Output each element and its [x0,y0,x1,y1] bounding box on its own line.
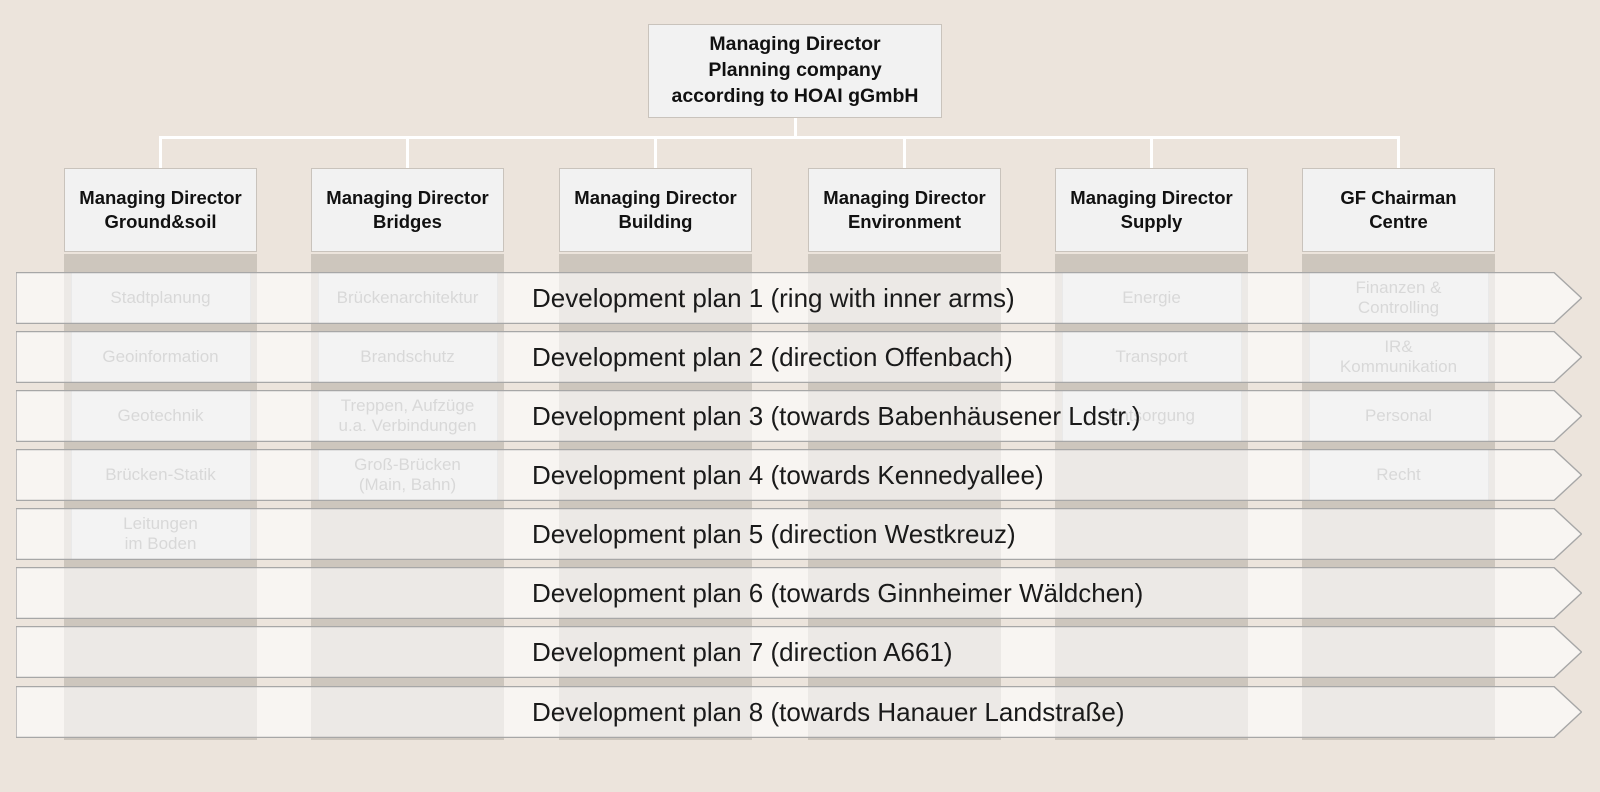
dept-line-1: Managing Director [574,186,737,208]
plan-label-1: Development plan 1 (ring with inner arms… [532,283,1015,313]
dept-box-supply[interactable]: Managing Director Supply [1055,168,1248,252]
plan-label-5: Development plan 5 (direction Westkreuz) [532,519,1016,549]
dept-line-1: GF Chairman [1340,186,1457,208]
dept-line-1: Managing Director [1070,186,1233,208]
dept-box-centre[interactable]: GF Chairman Centre [1302,168,1495,252]
root-line-1: Managing Director [709,33,881,56]
connector-horizontal-bus [160,136,1399,139]
dept-line-2: Centre [1369,211,1428,232]
dept-box-environment[interactable]: Managing Director Environment [808,168,1001,252]
dept-line-2: Supply [1120,211,1183,232]
plan-label-8: Development plan 8 (towards Hanauer Land… [532,697,1125,727]
dept-line-1: Managing Director [823,186,986,208]
dept-line-2: Environment [847,211,962,232]
plan-label-3: Development plan 3 (towards Babenhäusene… [532,401,1141,431]
plan-label-4: Development plan 4 (towards Kennedyallee… [532,460,1044,490]
root-node-managing-director: Managing Director Planning company accor… [648,24,942,118]
dept-box-bridges[interactable]: Managing Director Bridges [311,168,504,252]
dept-line-2: Building [618,211,693,232]
dept-box-building[interactable]: Managing Director Building [559,168,752,252]
plan-label-2: Development plan 2 (direction Offenbach) [532,342,1013,372]
dept-box-ground-soil[interactable]: Managing Director Ground&soil [64,168,257,252]
org-chart-canvas: Managing Director Planning company accor… [0,0,1600,792]
connector-drop-3 [654,136,657,168]
plan-row-6[interactable]: Development plan 6 (towards Ginnheimer W… [16,567,1582,619]
connector-drop-2 [406,136,409,168]
plan-label-6: Development plan 6 (towards Ginnheimer W… [532,578,1144,608]
plan-row-4[interactable]: Development plan 4 (towards Kennedyallee… [16,449,1582,501]
plan-row-7[interactable]: Development plan 7 (direction A661) [16,626,1582,678]
plan-row-1[interactable]: Development plan 1 (ring with inner arms… [16,272,1582,324]
dept-line-1: Managing Director [79,186,242,208]
plan-row-3[interactable]: Development plan 3 (towards Babenhäusene… [16,390,1582,442]
connector-drop-6 [1397,136,1400,168]
plan-row-2[interactable]: Development plan 2 (direction Offenbach) [16,331,1582,383]
connector-drop-4 [903,136,906,168]
dept-line-2: Ground&soil [104,211,217,232]
root-line-3: according to HOAI gGmbH [671,84,919,107]
plan-label-7: Development plan 7 (direction A661) [532,637,953,667]
root-line-2: Planning company [708,59,882,82]
plan-row-8[interactable]: Development plan 8 (towards Hanauer Land… [16,686,1582,738]
dept-line-1: Managing Director [326,186,489,208]
connector-drop-1 [159,136,162,168]
connector-drop-5 [1150,136,1153,168]
dept-line-2: Bridges [373,211,442,232]
plan-row-5[interactable]: Development plan 5 (direction Westkreuz) [16,508,1582,560]
